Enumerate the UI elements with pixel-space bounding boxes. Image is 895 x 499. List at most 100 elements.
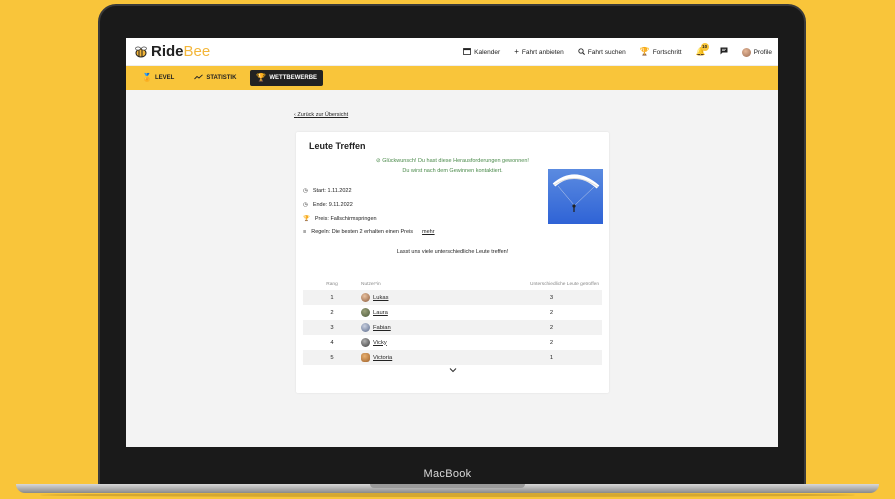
logo-text-bee: Bee	[183, 43, 211, 60]
rank-cell: 5	[303, 350, 361, 365]
user-name: Victoria	[373, 354, 393, 361]
trophy-icon: 🏆	[303, 216, 310, 222]
user-link[interactable]: Fabian	[361, 323, 501, 332]
prize-label: Preis: Fallschirmspringen	[314, 216, 377, 222]
table-row: 5 Victoria 1	[303, 350, 602, 365]
user-name: Vicky	[373, 339, 387, 346]
trend-icon	[194, 74, 204, 82]
start-date: ◷ Start: 1.11.2022	[303, 188, 352, 194]
plus-icon: +	[514, 47, 519, 56]
nav-progress-label: Fortschritt	[652, 48, 682, 56]
main-content: ‹ Zurück zur Übersicht Leute Treffen ⊘ G…	[126, 90, 778, 447]
tab-level[interactable]: 🏅 LEVEL	[136, 70, 180, 86]
tab-statistics-label: STATISTIK	[206, 75, 237, 81]
trophy-icon: 🏆	[256, 73, 267, 82]
leaderboard-table: Rang Nutzer*in Unterschiedliche Leute ge…	[303, 278, 602, 365]
avatar	[361, 308, 370, 317]
avatar	[361, 338, 370, 347]
tab-competitions-label: WETTBEWERBE	[269, 75, 318, 81]
met-cell: 3	[501, 290, 602, 305]
chat-icon	[720, 47, 728, 57]
nav-search-ride[interactable]: Fahrt suchen	[578, 47, 626, 57]
device-label: MacBook	[423, 468, 472, 480]
table-row: 3 Fabian 2	[303, 320, 602, 335]
table-row: 2 Laura 2	[303, 305, 602, 320]
nav-profile-label: Profile	[753, 48, 772, 56]
user-name: Laura	[373, 309, 388, 316]
rank-cell: 1	[303, 290, 361, 305]
congrats-line-1: Glückwunsch! Du hast diese Herausforderu…	[382, 158, 529, 164]
rank-cell: 4	[330, 339, 334, 346]
table-row: 1 Lukas 3	[303, 290, 602, 305]
top-navigation: Ride Bee Kalender + Fahrt anbieten Fahrt …	[126, 38, 778, 66]
met-cell: 2	[549, 309, 554, 316]
nav-profile[interactable]: Profile	[741, 47, 772, 57]
nav-calendar[interactable]: Kalender	[463, 47, 500, 57]
more-link[interactable]: mehr	[422, 229, 435, 235]
user-link[interactable]: Victoria	[361, 353, 501, 362]
avatar	[361, 293, 370, 302]
list-icon: ≡	[303, 229, 307, 235]
rank-cell: 2	[330, 309, 334, 316]
chevron-down-icon	[449, 368, 456, 373]
met-cell: 2	[501, 320, 602, 335]
end-date-label: Ende: 9.11.2022	[312, 202, 353, 208]
calendar-icon	[463, 47, 472, 57]
met-cell: 2	[549, 339, 554, 346]
challenge-title: Leute Treffen	[309, 141, 366, 151]
user-link[interactable]: Laura	[361, 308, 501, 317]
user-name: Fabian	[373, 324, 391, 331]
expand-button[interactable]	[296, 366, 609, 375]
ridebee-logo[interactable]: Ride Bee	[134, 43, 210, 60]
rank-column-header: Rang	[326, 281, 338, 287]
clock-icon: ◷	[303, 202, 308, 208]
tab-competitions[interactable]: 🏆 WETTBEWERBE	[250, 70, 324, 86]
user-cell: Lukas	[361, 290, 501, 305]
user-column-header: Nutzer*in	[361, 281, 381, 287]
user-link[interactable]: Vicky	[361, 338, 501, 347]
user-cell: Laura	[361, 305, 501, 320]
user-link[interactable]: Lukas	[361, 293, 501, 302]
medal-icon: 🏅	[142, 73, 152, 82]
rules-label: Regeln: Die besten 2 erhalten einen Prei…	[311, 229, 414, 235]
avatar	[361, 323, 370, 332]
notifications-badge: 10	[700, 43, 709, 51]
clock-icon: ◷	[303, 188, 308, 194]
prize-image	[548, 169, 603, 224]
bee-logo-icon	[135, 46, 147, 57]
user-cell: Vicky	[361, 335, 501, 350]
user-cell: Victoria	[361, 350, 501, 365]
trophy-icon: 🏆	[639, 47, 650, 56]
nav-search-ride-label: Fahrt suchen	[587, 48, 626, 56]
search-icon	[578, 47, 585, 57]
challenge-card: Leute Treffen ⊘ Glückwunsch! Du hast die…	[296, 132, 609, 393]
prize: 🏆 Preis: Fallschirmspringen	[303, 216, 377, 222]
user-cell: Fabian	[361, 320, 501, 335]
avatar	[361, 353, 370, 362]
start-date-label: Start: 1.11.2022	[312, 188, 352, 194]
challenge-tagline: Lasst uns viele unterschiedliche Leute t…	[396, 249, 509, 255]
nav-items: Kalender + Fahrt anbieten Fahrt suchen 🏆…	[463, 38, 772, 66]
app-screen: Ride Bee Kalender + Fahrt anbieten Fahrt …	[126, 38, 778, 447]
back-link[interactable]: ‹ Zurück zur Übersicht	[294, 112, 348, 118]
back-link-label: Zurück zur Übersicht	[297, 112, 349, 118]
met-column-header: Unterschiedliche Leute getroffen	[530, 281, 599, 287]
nav-progress[interactable]: 🏆 Fortschritt	[640, 48, 682, 56]
nav-offer-ride[interactable]: + Fahrt anbieten	[514, 48, 564, 56]
tab-statistics[interactable]: STATISTIK	[188, 70, 242, 86]
table-row: 4 Vicky 2	[303, 335, 602, 350]
laptop-notch	[370, 484, 525, 488]
notifications-button[interactable]: 🔔 10	[696, 43, 709, 56]
nav-calendar-label: Kalender	[474, 48, 501, 56]
rank-cell: 3	[303, 320, 361, 335]
leaderboard-header: Rang Nutzer*in Unterschiedliche Leute ge…	[303, 278, 602, 290]
sub-navigation: 🏅 LEVEL STATISTIK 🏆 WETTBEWERBE	[126, 66, 778, 90]
laptop-shadow	[40, 493, 855, 497]
logo-text-ride: Ride	[151, 43, 184, 60]
nav-offer-ride-label: Fahrt anbieten	[521, 48, 564, 56]
end-date: ◷ Ende: 9.11.2022	[303, 202, 353, 208]
messages-button[interactable]	[720, 47, 728, 57]
rules: ≡ Regeln: Die besten 2 erhalten einen Pr…	[303, 229, 435, 235]
tab-level-label: LEVEL	[154, 75, 175, 81]
user-name: Lukas	[373, 294, 389, 301]
